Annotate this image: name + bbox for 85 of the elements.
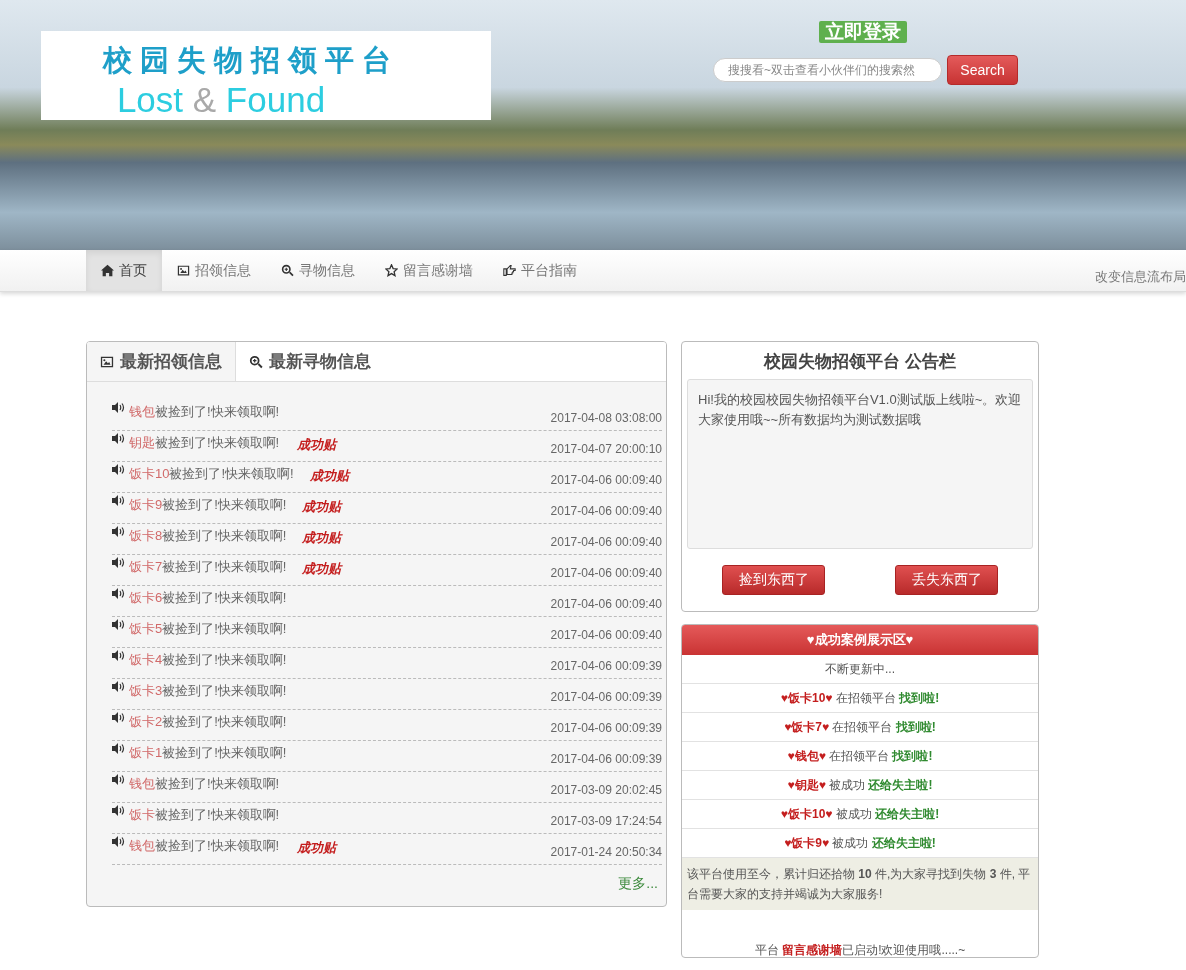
feed-item-link[interactable]: 饭卡1被捡到了!快来领取啊!	[129, 744, 287, 762]
post-date: 2017-04-06 00:09:40	[550, 597, 662, 611]
layout-link[interactable]: 改变信息流布局	[1095, 268, 1186, 286]
post-date: 2017-04-06 00:09:40	[550, 566, 662, 580]
success-tag: 成功贴	[302, 529, 342, 547]
feed-item-link[interactable]: 饭卡9被捡到了!快来领取啊!	[129, 496, 287, 514]
post-date: 2017-04-06 00:09:40	[550, 504, 662, 518]
speaker-icon	[112, 588, 125, 599]
post-date: 2017-03-09 17:24:54	[550, 814, 662, 828]
speaker-icon	[112, 774, 125, 785]
speaker-icon	[112, 712, 125, 723]
post-date: 2017-04-06 00:09:40	[550, 628, 662, 642]
search-icon	[249, 354, 263, 369]
speaker-icon	[112, 526, 125, 537]
nav-item[interactable]: 首页	[86, 250, 162, 291]
cases-title: ♥成功案例展示区♥	[682, 625, 1038, 655]
success-tag: 成功贴	[297, 839, 337, 857]
speaker-icon	[112, 557, 125, 568]
feed-item-link[interactable]: 钱包被捡到了!快来领取啊!	[129, 403, 280, 421]
case-text: ♥饭卡10♥ 在招领平台 找到啦!	[780, 689, 940, 707]
search-icon	[281, 264, 294, 277]
more-link[interactable]: 更多...	[112, 875, 658, 893]
feed-item-link[interactable]: 饭卡8被捡到了!快来领取啊!	[129, 527, 287, 545]
speaker-icon	[112, 619, 125, 630]
nav-item[interactable]: 留言感谢墙	[370, 250, 488, 291]
speaker-icon	[112, 402, 125, 413]
speaker-icon	[112, 681, 125, 692]
feed-item-link[interactable]: 饭卡10被捡到了!快来领取啊!	[129, 465, 294, 483]
feed-item-link[interactable]: 饭卡4被捡到了!快来领取啊!	[129, 651, 287, 669]
feed-item-link[interactable]: 饭卡被捡到了!快来领取啊!	[129, 806, 280, 824]
nav-item[interactable]: 平台指南	[488, 250, 592, 291]
speaker-icon	[112, 743, 125, 754]
post-date: 2017-04-06 00:09:40	[550, 535, 662, 549]
feed-tab[interactable]: 最新招领信息	[87, 342, 236, 381]
nav-item[interactable]: 招领信息	[162, 250, 266, 291]
success-tag: 成功贴	[302, 498, 342, 516]
feed-item-link[interactable]: 钥匙被捡到了!快来领取啊!	[129, 434, 280, 452]
speaker-icon	[112, 805, 125, 816]
footer-text: 平台 留言感谢墙已启动!欢迎使用哦.....~	[754, 943, 966, 957]
cases-subtitle: 不断更新中...	[682, 655, 1038, 684]
thanks-wall-link[interactable]: 留言感谢墙	[782, 943, 843, 957]
search-button[interactable]: Search	[947, 55, 1018, 85]
success-tag: 成功贴	[309, 467, 349, 485]
feed-item-link[interactable]: 钱包被捡到了!快来领取啊!	[129, 837, 280, 855]
feed-item-link[interactable]: 钱包被捡到了!快来领取啊!	[129, 775, 280, 793]
feed-item-link[interactable]: 饭卡3被捡到了!快来领取啊!	[129, 682, 287, 700]
post-date: 2017-04-06 00:09:39	[550, 690, 662, 704]
post-date: 2017-01-24 20:50:34	[550, 845, 662, 859]
feed-item-link[interactable]: 饭卡6被捡到了!快来领取啊!	[129, 589, 287, 607]
case-text: ♥饭卡7♥ 在招领平台 找到啦!	[784, 718, 936, 736]
action-button[interactable]: 捡到东西了	[722, 565, 825, 595]
post-date: 2017-04-07 20:00:10	[550, 442, 662, 456]
notice-body: Hi!我的校园校园失物招领平台V1.0测试版上线啦~。欢迎大家使用哦~~所有数据均为测试数据哦	[687, 379, 1033, 549]
speaker-icon	[112, 464, 125, 475]
post-date: 2017-04-08 03:08:00	[550, 411, 662, 425]
case-text: ♥饭卡10♥ 被成功 还给失主啦!	[780, 805, 940, 823]
home-icon	[101, 264, 114, 277]
notice-title: 校园失物招领平台 公告栏	[762, 351, 957, 373]
speaker-icon	[112, 495, 125, 506]
search-field[interactable]: 搜搜看~双击查看小伙伴们的搜索然	[713, 58, 942, 82]
speaker-icon	[112, 650, 125, 661]
star-icon	[385, 264, 398, 277]
feed-item-link[interactable]: 饭卡7被捡到了!快来领取啊!	[129, 558, 287, 576]
case-text: ♥饭卡9♥ 被成功 还给失主啦!	[784, 834, 936, 852]
post-date: 2017-04-06 00:09:39	[550, 659, 662, 673]
logo-title: 校园失物招领平台	[103, 42, 399, 79]
success-tag: 成功贴	[297, 436, 337, 454]
nav-item[interactable]: 寻物信息	[266, 250, 370, 291]
picture-icon	[177, 264, 190, 277]
case-text: ♥钥匙♥ 被成功 还给失主啦!	[787, 776, 933, 794]
speaker-icon	[112, 433, 125, 444]
pointing-hand-icon	[503, 264, 516, 277]
case-text: ♥钱包♥ 在招领平台 找到啦!	[787, 747, 933, 765]
post-date: 2017-04-06 00:09:40	[550, 473, 662, 487]
post-date: 2017-04-06 00:09:39	[550, 752, 662, 766]
stats-text: 该平台使用至今，累计归还拾物 10 件,为大家寻找到失物 3 件, 平台需要大家的支持并竭诚为大家服务!	[682, 858, 1038, 910]
success-tag: 成功贴	[302, 560, 342, 578]
action-button[interactable]: 丢失东西了	[895, 565, 998, 595]
post-date: 2017-04-06 00:09:39	[550, 721, 662, 735]
speaker-icon	[112, 836, 125, 847]
feed-item-link[interactable]: 饭卡2被捡到了!快来领取啊!	[129, 713, 287, 731]
picture-icon	[100, 354, 114, 369]
feed-item-link[interactable]: 饭卡5被捡到了!快来领取啊!	[129, 620, 287, 638]
logo-subtitle: Lost & Found	[116, 81, 326, 119]
post-date: 2017-03-09 20:02:45	[550, 783, 662, 797]
